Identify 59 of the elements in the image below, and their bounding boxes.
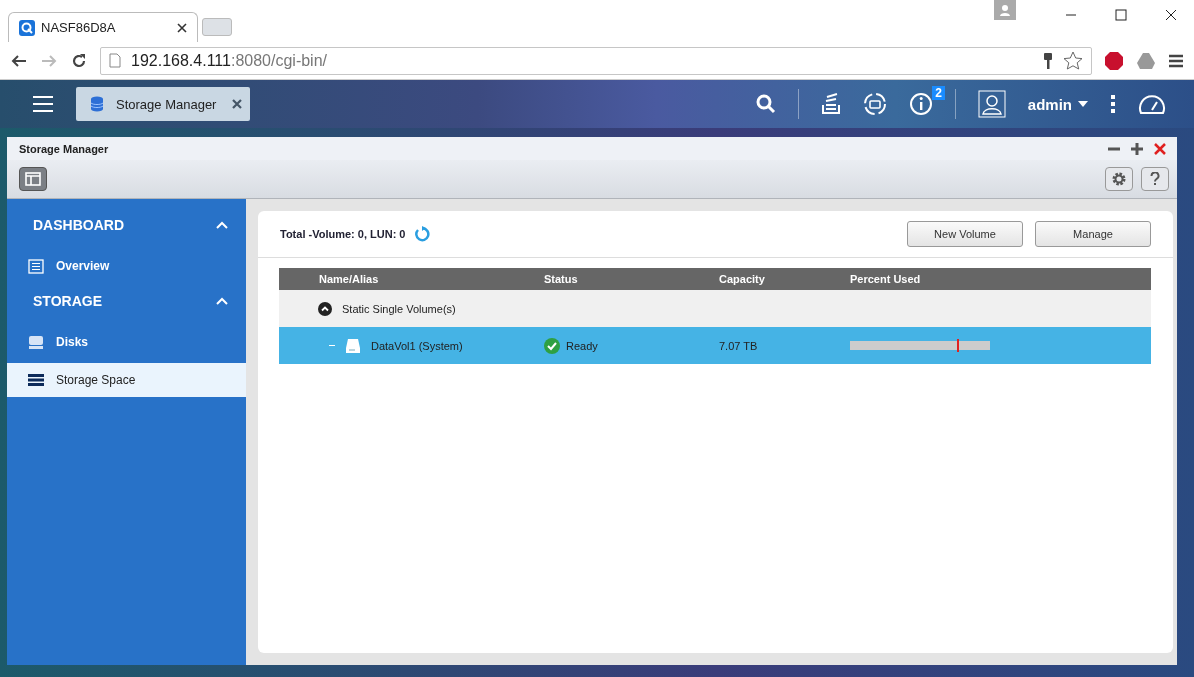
user-icon[interactable] — [977, 90, 1006, 118]
menu-icon[interactable] — [32, 95, 54, 113]
close-app-icon[interactable] — [232, 99, 243, 109]
sync-icon[interactable] — [862, 92, 887, 116]
drive-icon — [345, 337, 361, 354]
settings-button[interactable] — [1105, 167, 1133, 191]
column-header[interactable]: Status — [544, 273, 719, 285]
address-field[interactable]: 192.168.4.111:8080/cgi-bin/ — [100, 46, 1092, 75]
column-header[interactable]: Capacity — [719, 273, 850, 285]
table-cell: 7.07 TB — [719, 339, 758, 352]
refresh-icon[interactable] — [413, 226, 430, 242]
sidebar-section-title: DASHBOARD — [33, 217, 124, 233]
database-icon — [88, 95, 106, 113]
action-button[interactable]: Manage — [1035, 221, 1151, 247]
collapse-icon[interactable] — [318, 301, 332, 316]
gauge-icon[interactable] — [1138, 93, 1166, 115]
volume-row[interactable]: DataVol1 (System) Ready 7.07 TB — [279, 327, 1151, 364]
check-icon — [544, 337, 560, 354]
sidebar-item[interactable]: Disks — [7, 325, 246, 359]
maximize-icon[interactable] — [1130, 141, 1144, 156]
close-icon[interactable] — [1164, 8, 1178, 22]
window-title: Storage Manager — [19, 142, 109, 155]
user-menu[interactable]: admin — [1027, 95, 1072, 113]
layout-toggle-button[interactable] — [19, 167, 47, 191]
table-cell: Ready — [566, 339, 598, 352]
maximize-icon[interactable] — [1114, 8, 1128, 22]
more-icon[interactable] — [1110, 94, 1116, 114]
gear-icon — [1111, 171, 1127, 187]
layout-icon — [25, 172, 41, 186]
column-header[interactable]: Percent Used — [850, 273, 1151, 285]
stop-sign-icon[interactable] — [1104, 50, 1124, 71]
key-icon[interactable] — [1043, 51, 1053, 70]
sidebar-section-title: STORAGE — [33, 293, 102, 309]
info-icon[interactable] — [908, 92, 933, 116]
reload-icon[interactable] — [70, 51, 88, 70]
column-header[interactable]: Name/Alias — [279, 273, 544, 285]
caret-icon[interactable] — [1078, 101, 1088, 107]
question-mark-icon — [1150, 172, 1160, 186]
sidebar-item[interactable]: Overview — [7, 249, 246, 283]
help-button[interactable] — [1141, 167, 1169, 191]
list-icon — [28, 258, 44, 274]
close-tab-icon[interactable] — [177, 22, 187, 33]
notification-badge: 2 — [932, 86, 945, 100]
stack-icon[interactable] — [820, 93, 841, 115]
browser-tab[interactable]: NASF86D8A — [8, 12, 198, 42]
search-icon[interactable] — [755, 94, 776, 114]
tree-line — [329, 345, 335, 346]
group-label: Static Single Volume(s) — [342, 302, 456, 315]
hard-disk-icon — [28, 334, 44, 350]
sidebar-item[interactable]: Storage Space — [7, 363, 246, 397]
menu-icon[interactable] — [1168, 52, 1184, 69]
table-cell: DataVol1 (System) — [371, 339, 463, 352]
star-icon[interactable] — [1063, 50, 1083, 71]
volume-summary: Total -Volume: 0, LUN: 0 — [280, 228, 406, 240]
app-logo-icon — [19, 19, 35, 36]
page-icon — [109, 53, 121, 68]
app-tab[interactable]: Storage Manager — [76, 87, 251, 121]
stack-icon — [28, 374, 44, 386]
action-button[interactable]: New Volume — [907, 221, 1023, 247]
